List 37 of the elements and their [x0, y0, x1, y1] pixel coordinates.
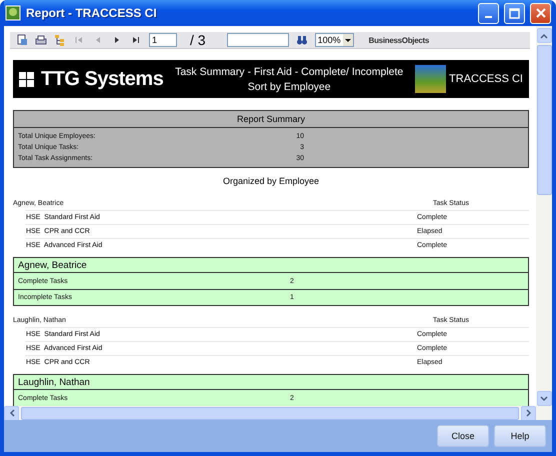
print-icon[interactable] [35, 34, 47, 46]
totals-employee-name: Agnew, Beatrice [14, 258, 528, 273]
maximize-button[interactable] [504, 2, 525, 24]
dialog-button[interactable]: Help [494, 425, 546, 447]
dialog-button[interactable]: Close [437, 425, 489, 447]
report-title: Task Summary - First Aid - Complete/ Incomplete [175, 66, 404, 78]
product-name: TRACCESS CI [449, 73, 523, 85]
close-icon [536, 8, 546, 18]
horizontal-scroll-thumb[interactable] [21, 406, 519, 420]
search-field[interactable] [226, 33, 289, 47]
scroll-left-button[interactable] [4, 406, 19, 420]
minimize-icon [485, 16, 492, 18]
scroll-right-button[interactable] [521, 406, 536, 420]
vertical-scroll-thumb[interactable] [536, 45, 552, 195]
dropdown-caret-icon [342, 34, 353, 46]
last-page-icon[interactable] [130, 34, 142, 46]
summary-title: Report Summary [14, 111, 528, 128]
brand-logo: BusinessObjects [368, 36, 430, 44]
app-icon [5, 5, 21, 21]
grid-logo-icon [19, 72, 34, 86]
minimize-button[interactable] [478, 2, 499, 24]
close-window-button[interactable] [530, 2, 551, 24]
page-number-field[interactable]: 1 [149, 33, 177, 47]
report-subtitle: Sort by Employee [248, 80, 331, 92]
scroll-down-button[interactable] [536, 391, 552, 406]
totals-employee-name: Laughlin, Nathan [14, 375, 528, 390]
page-total: / 3 [190, 32, 206, 48]
photo-placeholder [415, 65, 446, 93]
section-title: Organized by Employee [222, 176, 320, 186]
group-tree-icon[interactable] [54, 34, 66, 46]
company-name: TTG Systems [41, 68, 164, 90]
export-icon[interactable] [16, 34, 28, 46]
zoom-select[interactable]: 100% [314, 33, 354, 47]
maximize-icon [509, 8, 520, 18]
scroll-up-button[interactable] [536, 28, 552, 43]
window-title: Report - TRACCESS CI [26, 6, 158, 20]
binoculars-icon[interactable] [296, 34, 308, 46]
